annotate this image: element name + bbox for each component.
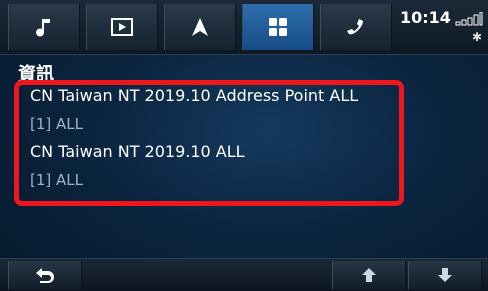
back-icon (36, 268, 54, 283)
tab-navigation[interactable] (164, 4, 236, 50)
tab-video[interactable] (86, 4, 158, 50)
navigation-arrow-icon (192, 18, 208, 36)
clock: 10:14 (400, 8, 451, 27)
phone-icon (347, 19, 363, 35)
tab-phone[interactable] (320, 4, 392, 50)
signal-strength-icon (455, 12, 483, 26)
bluetooth-icon: ✱ (472, 30, 483, 44)
music-note-icon (36, 19, 50, 37)
bottom-bar (0, 258, 488, 291)
top-navigation-bar: 10:14 ✱ (0, 0, 488, 55)
apps-grid-icon (269, 18, 287, 36)
tab-apps[interactable] (242, 4, 314, 50)
tab-music[interactable] (8, 4, 80, 50)
scroll-up-button[interactable] (332, 261, 406, 289)
video-play-icon (111, 18, 133, 36)
highlight-box (14, 80, 404, 206)
scroll-up-icon (362, 268, 376, 282)
back-button[interactable] (8, 261, 82, 289)
scroll-down-button[interactable] (408, 261, 482, 289)
scroll-down-icon (438, 268, 452, 282)
